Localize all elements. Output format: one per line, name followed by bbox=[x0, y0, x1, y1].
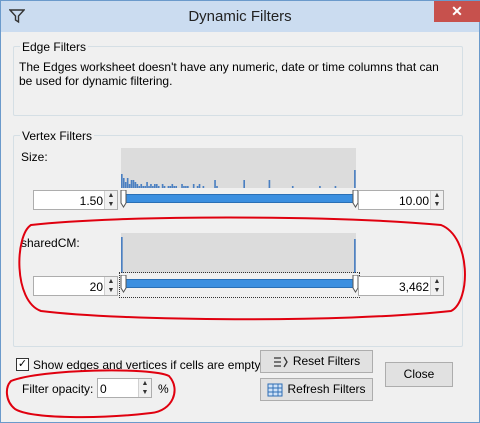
annotation-overlay bbox=[5, 216, 466, 419]
dialog-window: Dynamic Filters ✕ Edge Filters The Edges… bbox=[0, 0, 480, 423]
annotation-oval-sharedcm bbox=[18, 216, 466, 321]
annotation-oval-opacity bbox=[5, 369, 176, 419]
